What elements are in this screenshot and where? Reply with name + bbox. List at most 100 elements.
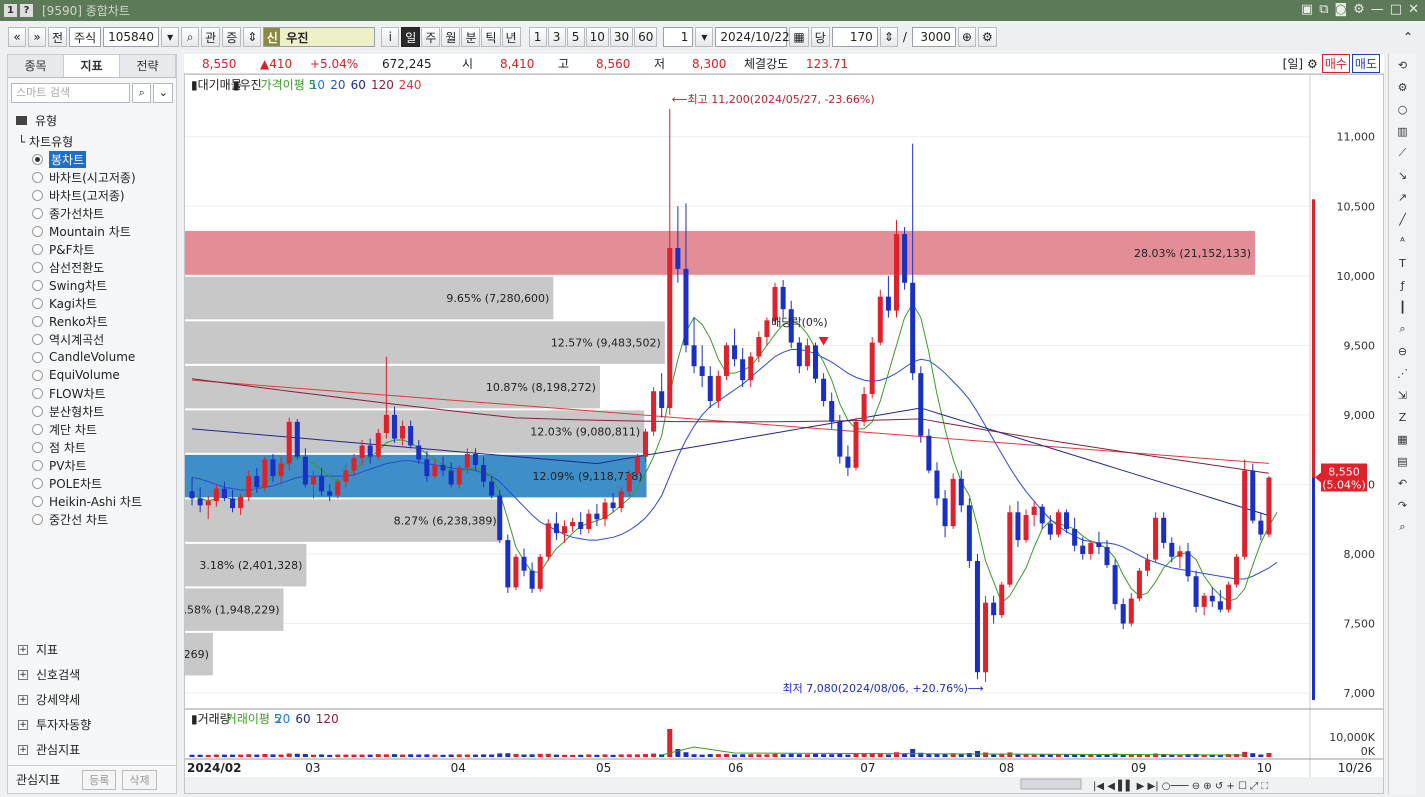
interval-1-button[interactable]: 1 [528,27,547,47]
radio-button[interactable] [32,171,43,183]
gwan-button[interactable]: 관 [201,27,221,47]
chart-type-item[interactable]: Heikin-Ashi 차트 [32,492,176,510]
extend-tool-icon[interactable]: ↗ [1389,186,1416,208]
period-2-button[interactable]: 월 [441,27,461,47]
redo-icon[interactable]: ↷ [1389,494,1416,516]
search-tool-icon[interactable]: ⌕ [1389,516,1416,538]
chart-type-item[interactable]: 점 차트 [32,438,176,456]
radio-button[interactable] [32,243,43,255]
period-4-button[interactable]: 틱 [481,27,501,47]
layout-icon[interactable]: ▣ [1301,2,1313,17]
period-3-button[interactable]: 분 [461,27,481,47]
indicator-group-item[interactable]: + 지표 [8,637,176,662]
radio-button[interactable] [32,369,43,381]
auto-icon[interactable]: ᴬ [1389,230,1416,252]
line-tool-icon[interactable]: ⟋ [1389,142,1416,164]
count-spin-icon[interactable]: ⇕ [879,27,898,47]
quote-settings-icon[interactable]: ⚙ [1307,57,1318,71]
measure-icon[interactable]: ⇲ [1389,384,1416,406]
tab-0[interactable]: 종목 [8,55,64,77]
trendline-icon[interactable]: ╱ [1389,208,1416,230]
interval-10-button[interactable]: 10 [585,27,609,47]
candle-tool-icon[interactable]: ┃ [1389,296,1416,318]
chart-type-item[interactable]: 바차트(고저종) [32,186,176,204]
zoom-in-icon[interactable]: ⊕ [957,27,976,47]
chart-type-item[interactable]: Swing차트 [32,276,176,294]
tab-1[interactable]: 지표 [64,55,120,77]
type-header[interactable]: 유형 [8,108,176,133]
radio-button[interactable] [32,459,43,471]
help-badge[interactable]: ? [20,4,33,17]
zoom-tool-icon[interactable]: ⌕ [1389,318,1416,340]
buy-button[interactable]: 매수 [1321,54,1350,73]
gear-icon[interactable]: ⚙ [1389,76,1416,98]
radio-button[interactable] [32,333,43,345]
search-icon[interactable]: ⌕ [181,27,200,47]
radio-button[interactable] [32,207,43,219]
code-dropdown-icon[interactable]: ▾ [161,27,180,47]
z-tool-icon[interactable]: Z [1389,406,1416,428]
radio-button[interactable] [32,189,43,201]
collapse-icon[interactable]: ⌃ [1399,27,1417,47]
chart-type-item[interactable]: 중간선 차트 [32,510,176,528]
chart-type-item[interactable]: 역시계곡선 [32,330,176,348]
all-button[interactable]: 전 [48,27,68,47]
chart-type-item[interactable]: 계단 차트 [32,420,176,438]
chart-type-item[interactable]: 삼선전환도 [32,258,176,276]
sell-button[interactable]: 매도 [1351,54,1380,73]
radio-button[interactable] [32,225,43,237]
grid2-icon[interactable]: ▤ [1389,450,1416,472]
expand-plus-icon[interactable]: + [18,719,28,730]
delete-button[interactable]: 삭제 [122,769,157,790]
info-button[interactable]: i [381,27,400,47]
bar-chart-icon[interactable]: ▥ [1389,120,1416,142]
chart-type-item[interactable]: Kagi차트 [32,294,176,312]
smart-search-input[interactable]: 스마트 검색 [11,83,130,103]
text-tool-icon[interactable]: T [1389,252,1416,274]
interval-60-button[interactable]: 60 [634,27,658,47]
expand-plus-icon[interactable]: + [18,669,28,680]
chart-type-item[interactable]: 바차트(시고저종) [32,168,176,186]
expand-plus-icon[interactable]: + [18,694,28,705]
radio-button[interactable] [32,315,43,327]
chart-type-item[interactable]: PV차트 [32,456,176,474]
register-button[interactable]: 등록 [82,769,117,790]
zoom-out-tool-icon[interactable]: ⊖ [1389,340,1416,362]
spin-icon[interactable]: ⇕ [243,27,262,47]
calendar-icon[interactable]: ▦ [789,27,809,47]
chart-type-item[interactable]: EquiVolume [32,366,176,384]
chart-type-item[interactable]: FLOW차트 [32,384,176,402]
price-chart-svg[interactable]: 11,00010,50010,0009,5009,0008,5008,0007,… [116,75,1383,793]
chart-type-item[interactable]: CandleVolume [32,348,176,366]
grid-icon[interactable]: ▦ [1389,428,1416,450]
period-0-button[interactable]: 일 [401,27,421,47]
indicator-group-item[interactable]: + 강세약세 [8,687,176,712]
indicator-group-item[interactable]: + 투자자동향 [8,712,176,737]
interval-input[interactable]: 1 [663,27,694,47]
chart-type-group[interactable]: └ 차트유형 [8,133,176,150]
jeung-button[interactable]: 증 [222,27,242,47]
expand-plus-icon[interactable]: + [18,744,28,755]
radio-button[interactable] [32,351,43,363]
date-input[interactable]: 2024/10/22 [715,27,790,47]
circle-icon[interactable]: ○ [1389,98,1416,120]
window-number-badge[interactable]: 1 [4,4,17,17]
minimize-icon[interactable]: — [1371,2,1384,17]
ray-tool-icon[interactable]: ↘ [1389,164,1416,186]
period-5-button[interactable]: 년 [501,27,521,47]
chart-type-item[interactable]: POLE차트 [32,474,176,492]
period-1-button[interactable]: 주 [421,27,441,47]
chart-type-item[interactable]: 종가선차트 [32,204,176,222]
prev-button[interactable]: « [8,27,26,47]
chart-type-item[interactable]: 봉차트 [32,150,176,168]
pattern-icon[interactable]: ⋰ [1389,362,1416,384]
refresh-icon[interactable]: ⟲ [1389,54,1416,76]
tab-2[interactable]: 전략 [120,55,176,77]
chart-type-item[interactable]: P&F차트 [32,240,176,258]
close-icon[interactable]: ✕ [1408,2,1419,17]
count-input[interactable]: 170 [831,27,878,47]
stock-name-box[interactable]: 신 우진 [263,27,376,47]
expand-plus-icon[interactable]: + [18,644,28,655]
toolbar-settings-icon[interactable]: ⚙ [977,27,997,47]
radio-button[interactable] [32,441,43,453]
